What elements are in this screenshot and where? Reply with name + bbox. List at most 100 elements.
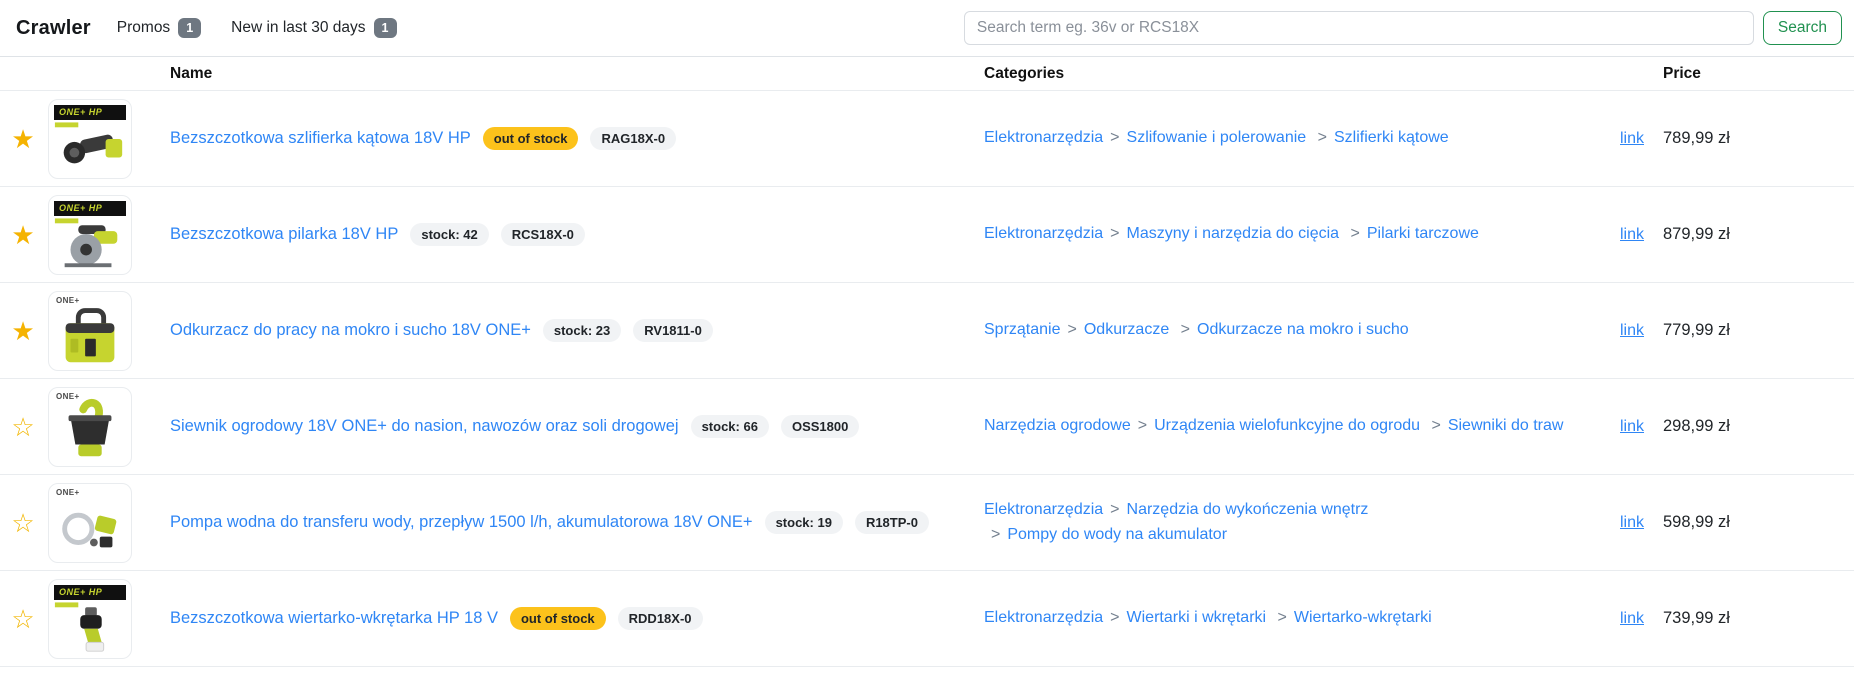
product-external-link[interactable]: link [1620,226,1644,243]
product-name-link[interactable]: Pompa wodna do transferu wody, przepływ … [170,513,753,532]
breadcrumb-separator: > [1431,417,1440,434]
water-pump-art [49,484,131,562]
category-breadcrumb: Elektronarzędzia > Szlifowanie i polerowan… [984,126,1614,151]
table-row: ONE+ HP Bezszczotkowa pilarka 18V HP sto… [0,187,1854,283]
top-bar: Crawler Promos 1 New in last 30 days 1 S… [0,0,1854,56]
breadcrumb-separator: > [1278,609,1287,626]
promos-count-badge: 1 [178,18,201,38]
category-link[interactable]: Odkurzacze [1084,321,1169,338]
favorite-star-icon[interactable] [11,414,34,440]
sku-badge: RAG18X-0 [590,127,676,150]
table-row: ONE+ Odkurzacz do pracy na mokro i sucho… [0,283,1854,379]
nav-item-new-in-30-days[interactable]: New in last 30 days 1 [231,18,396,38]
sku-badge: OSS1800 [781,415,859,438]
category-link[interactable]: Pompy do wody na akumulator [1007,526,1227,543]
stock-badge: stock: 23 [543,319,621,342]
product-image-vacuum: ONE+ [48,291,132,371]
search-area: Search [964,11,1842,45]
price: 879,99 zł [1658,225,1854,244]
breadcrumb-separator: > [1068,321,1077,338]
new-count-badge: 1 [374,18,397,38]
category-link[interactable]: Odkurzacze na mokro i sucho [1197,321,1409,338]
product-external-link[interactable]: link [1620,130,1644,147]
search-button[interactable]: Search [1763,11,1842,45]
sku-badge: R18TP-0 [855,511,929,534]
column-header-name: Name [156,65,984,83]
price: 598,99 zł [1658,513,1854,532]
category-link[interactable]: Pilarki tarczowe [1367,225,1479,242]
favorite-star-icon[interactable] [11,606,34,632]
product-name-link[interactable]: Siewnik ogrodowy 18V ONE+ do nasion, naw… [170,417,679,436]
product-image-seeder: ONE+ [48,387,132,467]
category-link[interactable]: Urządzenia wielofunkcyjne do ogrodu [1154,417,1420,434]
product-image-angle-grinder: ONE+ HP [48,99,132,179]
angle-grinder-art [49,100,131,178]
category-breadcrumb: Elektronarzędzia>Wiertarki i wkrętarki >… [984,606,1614,631]
product-external-link[interactable]: link [1620,610,1644,627]
breadcrumb-separator: > [1351,225,1360,242]
category-link[interactable]: Wiertarko-wkrętarki [1294,609,1432,626]
column-header-price: Price [1658,65,1854,83]
product-image-water-pump: ONE+ [48,483,132,563]
category-breadcrumb: Narzędzia ogrodowe > Urządzenia wielofunkc… [984,414,1614,439]
vacuum-art [49,292,131,370]
stock-badge: stock: 19 [765,511,843,534]
nav-new-label: New in last 30 days [231,19,365,37]
breadcrumb-separator: > [1110,225,1119,242]
category-link[interactable]: Siewniki do traw [1448,417,1564,434]
stock-badge: out of stock [510,607,606,630]
circular-saw-art [49,196,131,274]
category-link[interactable]: Maszyny i narzędzia do cięcia [1127,225,1340,242]
product-external-link[interactable]: link [1620,418,1644,435]
stock-badge: stock: 66 [691,415,769,438]
column-header-categories: Categories [984,65,1614,83]
breadcrumb-separator: > [1110,129,1119,146]
breadcrumb-separator: > [1110,501,1119,518]
product-name-link[interactable]: Odkurzacz do pracy na mokro i sucho 18V … [170,321,531,340]
crawler-app: Crawler Promos 1 New in last 30 days 1 S… [0,0,1854,676]
top-nav: Promos 1 New in last 30 days 1 [117,18,397,38]
table-row: ONE+ Siewnik ogrodowy 18V ONE+ do nasion… [0,379,1854,475]
category-link[interactable]: Narzędzia ogrodowe [984,417,1131,434]
product-image-circular-saw: ONE+ HP [48,195,132,275]
breadcrumb-separator: > [1318,129,1327,146]
price: 779,99 zł [1658,321,1854,340]
seeder-art [49,388,131,466]
category-link[interactable]: Elektronarzędzia [984,501,1103,518]
category-breadcrumb: Elektronarzędzia > Narzędzia do wykończeni… [984,498,1614,548]
category-link[interactable]: Elektronarzędzia [984,609,1103,626]
breadcrumb-separator: > [1181,321,1190,338]
nav-item-promos[interactable]: Promos 1 [117,18,201,38]
category-breadcrumb: Elektronarzędzia > Maszyny i narzędzia do … [984,222,1614,247]
product-external-link[interactable]: link [1620,322,1644,339]
stock-badge: out of stock [483,127,579,150]
table-header: Name Categories Price [0,56,1854,91]
category-link[interactable]: Sprzątanie [984,321,1061,338]
category-link[interactable]: Narzędzia do wykończenia wnętrz [1127,501,1369,518]
category-link[interactable]: Szlifierki kątowe [1334,129,1449,146]
category-link[interactable]: Elektronarzędzia [984,225,1103,242]
favorite-star-icon[interactable] [11,222,34,248]
price: 298,99 zł [1658,417,1854,436]
table-row: ONE+ HP Bezszczotkowa szlifierka kątowa … [0,91,1854,187]
category-link[interactable]: Szlifowanie i polerowanie [1127,129,1307,146]
price: 739,99 zł [1658,609,1854,628]
breadcrumb-separator: > [1138,417,1147,434]
favorite-star-icon[interactable] [11,510,34,536]
category-link[interactable]: Elektronarzędzia [984,129,1103,146]
nav-promos-label: Promos [117,19,170,37]
search-input[interactable] [964,11,1754,45]
product-external-link[interactable]: link [1620,514,1644,531]
product-name-link[interactable]: Bezszczotkowa wiertarko-wkrętarka HP 18 … [170,609,498,628]
drill-art [49,580,131,658]
table-row: ONE+ HP Bezszczotkowa wiertarko-wkrętark… [0,571,1854,667]
stock-badge: stock: 42 [410,223,488,246]
category-link[interactable]: Wiertarki i wkrętarki [1127,609,1267,626]
favorite-star-icon[interactable] [11,318,34,344]
product-name-link[interactable]: Bezszczotkowa pilarka 18V HP [170,225,398,244]
sku-badge: RCS18X-0 [501,223,585,246]
product-name-link[interactable]: Bezszczotkowa szlifierka kątowa 18V HP [170,129,471,148]
breadcrumb-separator: > [991,526,1000,543]
sku-badge: RDD18X-0 [618,607,703,630]
favorite-star-icon[interactable] [11,126,34,152]
